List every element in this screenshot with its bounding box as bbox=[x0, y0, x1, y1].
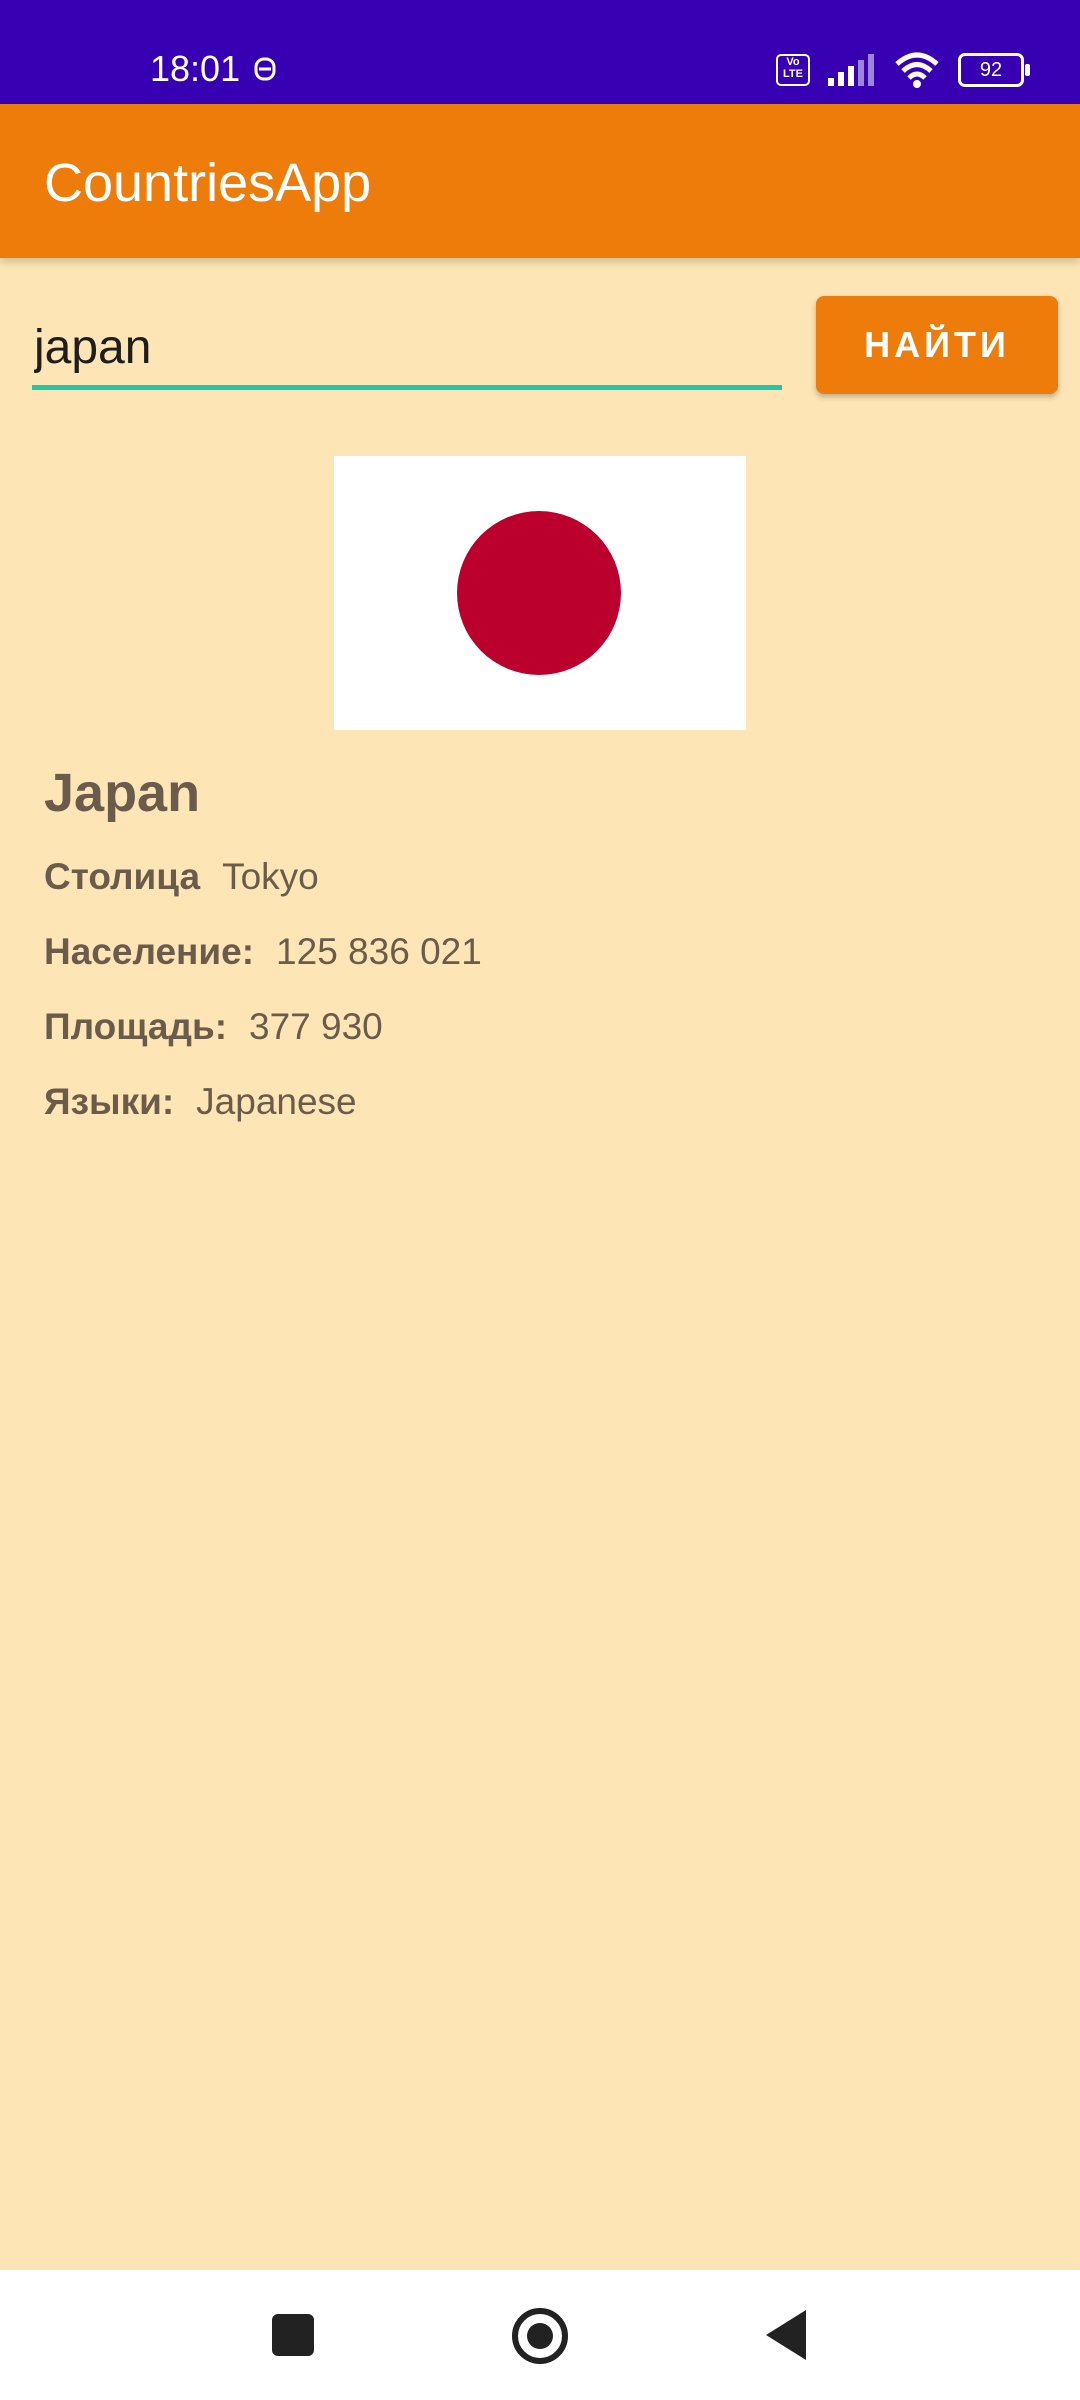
population-label: Население: bbox=[44, 931, 255, 972]
wifi-icon bbox=[895, 52, 939, 88]
signal-icon bbox=[828, 54, 874, 86]
country-name: Japan bbox=[44, 763, 201, 823]
status-icons: Vo LTE 92 bbox=[776, 50, 1030, 90]
app-title: CountriesApp bbox=[44, 153, 372, 213]
area-value: 377 930 bbox=[249, 1006, 383, 1047]
capital-value: Tokyo bbox=[222, 856, 319, 897]
area-label: Площадь: bbox=[44, 1006, 228, 1047]
languages-label: Языки: bbox=[44, 1081, 175, 1122]
languages-value: Japanese bbox=[196, 1081, 357, 1122]
area-row: Площадь: 377 930 bbox=[44, 1006, 383, 1048]
alarm-icon bbox=[254, 57, 276, 81]
recents-square-icon[interactable] bbox=[272, 2314, 314, 2356]
back-triangle-icon[interactable] bbox=[766, 2310, 806, 2360]
capital-label: Столица bbox=[44, 856, 201, 897]
languages-row: Языки: Japanese bbox=[44, 1081, 357, 1123]
status-bar: 18:01 Vo LTE 92 bbox=[0, 0, 1080, 104]
population-row: Население: 125 836 021 bbox=[44, 931, 482, 973]
volte-icon: Vo LTE bbox=[776, 54, 810, 86]
search-input[interactable] bbox=[32, 310, 782, 390]
population-value: 125 836 021 bbox=[276, 931, 482, 972]
capital-row: Столица Tokyo bbox=[44, 856, 319, 898]
search-button[interactable]: НАЙТИ bbox=[816, 296, 1058, 394]
flag-red-disc bbox=[457, 511, 621, 675]
battery-icon: 92 bbox=[958, 53, 1030, 87]
country-flag-image bbox=[334, 456, 746, 730]
home-circle-icon[interactable] bbox=[512, 2308, 568, 2364]
status-time: 18:01 bbox=[150, 48, 241, 89]
navigation-bar bbox=[0, 2270, 1080, 2400]
app-bar: CountriesApp bbox=[0, 104, 1080, 258]
